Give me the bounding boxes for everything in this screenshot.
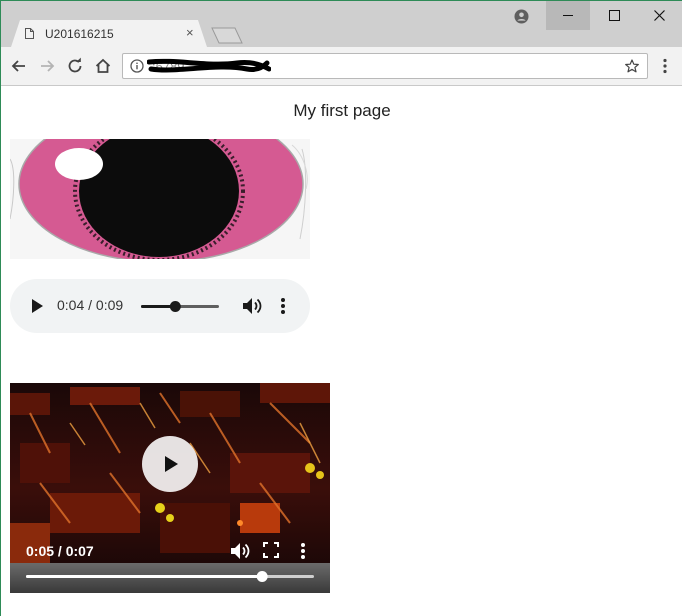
arrow-right-icon[interactable] [38, 57, 56, 75]
tab-strip: U201616215 × [1, 1, 682, 47]
volume-icon[interactable] [229, 541, 251, 561]
maximize-icon [609, 10, 620, 21]
minimize-button[interactable] [546, 1, 590, 30]
close-icon [654, 10, 665, 21]
audio-progress-slider[interactable] [141, 301, 219, 312]
browser-window: U201616215 ×:6789 My first page 0:04 / … [0, 0, 682, 616]
minimize-icon [563, 15, 573, 16]
star-icon[interactable] [625, 59, 639, 73]
more-vertical-icon[interactable] [656, 57, 674, 75]
browser-toolbar: :6789 [1, 47, 682, 86]
more-vertical-icon[interactable] [300, 542, 306, 560]
audio-time: 0:04 / 0:09 [57, 297, 124, 313]
play-icon [165, 456, 178, 472]
eye-image [10, 139, 310, 259]
audio-player[interactable]: 0:04 / 0:09 [10, 279, 310, 333]
reload-icon[interactable] [66, 57, 84, 75]
redaction-scribble [147, 58, 271, 73]
video-player[interactable]: 0:05 / 0:07 [10, 383, 330, 593]
video-play-button[interactable] [142, 436, 198, 492]
address-bar[interactable]: :6789 [122, 53, 648, 79]
tab-title: U201616215 [45, 27, 114, 41]
tab-close-button[interactable]: × [186, 26, 194, 40]
new-tab-button[interactable] [211, 27, 243, 44]
volume-icon[interactable] [241, 296, 263, 316]
video-progress-slider[interactable] [26, 571, 314, 582]
home-icon[interactable] [94, 57, 112, 75]
account-circle-icon[interactable] [514, 9, 529, 24]
arrow-left-icon[interactable] [10, 57, 28, 75]
maximize-button[interactable] [592, 1, 636, 30]
info-icon[interactable] [130, 59, 144, 73]
page-heading: My first page [293, 101, 391, 120]
more-vertical-icon[interactable] [280, 297, 286, 315]
fullscreen-icon[interactable] [263, 542, 279, 558]
close-window-button[interactable] [637, 1, 682, 30]
video-time: 0:05 / 0:07 [26, 543, 94, 559]
document-icon [25, 28, 34, 39]
play-icon[interactable] [30, 298, 44, 314]
